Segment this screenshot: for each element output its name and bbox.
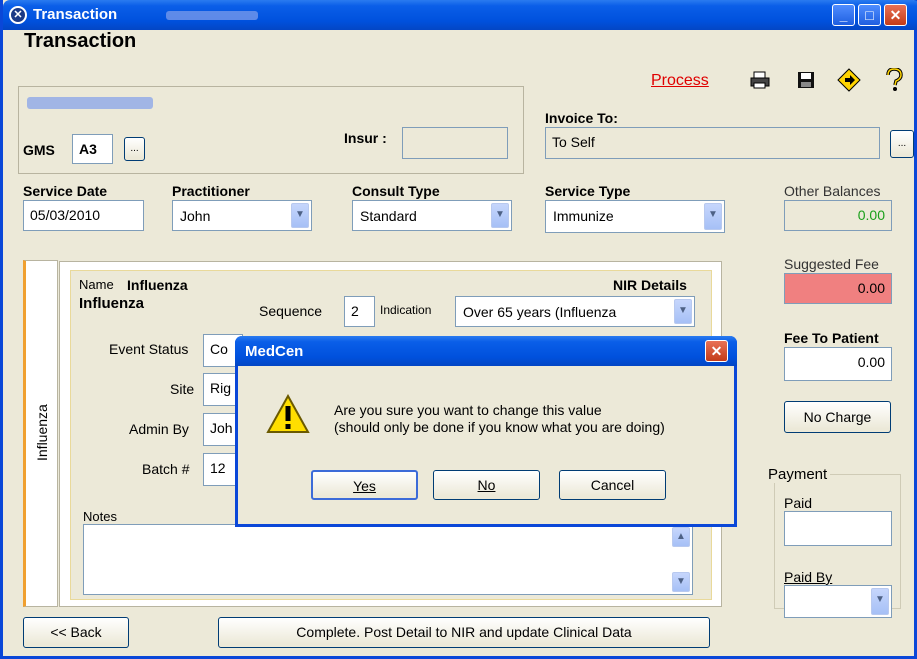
nir-details-label: NIR Details: [613, 277, 687, 293]
process-link[interactable]: Process: [651, 72, 709, 90]
name-value: Influenza: [127, 277, 188, 293]
dialog-message-line2: (should only be done if you know what yo…: [334, 419, 665, 435]
gms-field[interactable]: A3: [72, 134, 113, 164]
other-balances-label: Other Balances: [784, 183, 881, 199]
chevron-down-icon[interactable]: ▼: [674, 299, 692, 324]
paid-field[interactable]: [784, 511, 892, 546]
patient-redacted: [27, 97, 153, 109]
indication-label: Indication: [380, 303, 432, 317]
yes-label: Yes: [353, 478, 376, 494]
indication-value: Over 65 years (Influenza: [463, 304, 617, 320]
dialog-title: MedCen: [245, 343, 304, 360]
payment-legend: Payment: [765, 466, 831, 483]
service-type-value: Immunize: [553, 208, 614, 224]
practitioner-select[interactable]: John ▼: [172, 200, 312, 231]
fee-to-patient-label: Fee To Patient: [784, 330, 879, 346]
invoice-lookup-button[interactable]: ...: [890, 130, 914, 158]
paid-label: Paid: [784, 495, 813, 511]
service-date-field[interactable]: 05/03/2010: [23, 200, 144, 231]
no-charge-button[interactable]: No Charge: [784, 401, 891, 433]
fee-to-patient-field[interactable]: 0.00: [784, 347, 892, 381]
app-icon: ✕: [9, 6, 27, 24]
minimize-button[interactable]: _: [832, 4, 855, 26]
navigate-icon[interactable]: [837, 68, 861, 98]
batch-label: Batch #: [142, 461, 190, 477]
tab-label: Influenza: [34, 404, 50, 461]
notes-label: Notes: [83, 509, 117, 524]
scroll-down-icon[interactable]: ▼: [672, 572, 690, 592]
site-label: Site: [170, 381, 195, 397]
no-button[interactable]: No: [433, 470, 540, 500]
cancel-button[interactable]: Cancel: [559, 470, 666, 500]
practitioner-label: Practitioner: [172, 183, 250, 199]
back-button[interactable]: << Back: [23, 617, 129, 648]
service-type-select[interactable]: Immunize ▼: [545, 200, 725, 233]
no-label: No: [477, 477, 496, 493]
chevron-down-icon[interactable]: ▼: [871, 588, 889, 615]
confirm-dialog: MedCen ✕ Are you sure you want to change…: [235, 336, 737, 527]
sequence-label: Sequence: [259, 303, 323, 319]
help-icon[interactable]: [885, 67, 903, 98]
paid-by-select[interactable]: ▼: [784, 585, 892, 618]
gms-label: GMS: [23, 142, 55, 158]
chevron-down-icon[interactable]: ▼: [704, 203, 722, 230]
event-status-label: Event Status: [109, 341, 189, 357]
practitioner-value: John: [180, 208, 211, 224]
detail-subtitle: Influenza: [79, 295, 145, 312]
dialog-message: Are you sure you want to change this val…: [334, 402, 665, 436]
chevron-down-icon[interactable]: ▼: [291, 203, 309, 228]
sequence-field[interactable]: 2: [344, 296, 375, 327]
scroll-up-icon[interactable]: ▲: [672, 527, 690, 547]
insur-field[interactable]: [402, 127, 508, 159]
dialog-close-button[interactable]: ✕: [705, 340, 728, 362]
title-bar[interactable]: ✕ Transaction _ □ ✕: [3, 0, 917, 30]
gms-lookup-button[interactable]: ...: [124, 137, 145, 161]
suggested-fee-label: Suggested Fee: [784, 256, 879, 272]
indication-select[interactable]: Over 65 years (Influenza ▼: [455, 296, 695, 327]
window-title: Transaction: [33, 6, 118, 23]
service-date-label: Service Date: [23, 183, 108, 199]
dialog-message-line1: Are you sure you want to change this val…: [334, 402, 602, 418]
yes-button[interactable]: Yes: [311, 470, 418, 500]
transaction-window: ✕ Transaction _ □ ✕ Transaction GMS A3 .…: [0, 0, 917, 659]
insur-label: Insur :: [344, 130, 387, 146]
consult-type-select[interactable]: Standard ▼: [352, 200, 512, 231]
warning-icon: [266, 394, 310, 433]
close-button[interactable]: ✕: [884, 4, 907, 26]
save-icon[interactable]: [796, 70, 816, 96]
chevron-down-icon[interactable]: ▼: [491, 203, 509, 228]
admin-by-label: Admin By: [129, 421, 189, 437]
paid-by-label: Paid By: [784, 569, 833, 585]
consult-type-label: Consult Type: [352, 183, 440, 199]
service-type-label: Service Type: [545, 183, 631, 199]
notes-textarea[interactable]: ▲ ▼: [83, 524, 693, 595]
name-label: Name: [79, 277, 114, 292]
title-redacted: [166, 11, 258, 20]
consult-type-value: Standard: [360, 208, 417, 224]
page-title: Transaction: [24, 30, 137, 52]
suggested-fee-field: 0.00: [784, 273, 892, 304]
complete-button[interactable]: Complete. Post Detail to NIR and update …: [218, 617, 710, 648]
tab-influenza[interactable]: Influenza: [23, 260, 58, 607]
dialog-title-bar[interactable]: MedCen ✕: [235, 336, 737, 366]
other-balances-field: 0.00: [784, 200, 892, 231]
print-icon[interactable]: [750, 70, 770, 96]
invoice-to-label: Invoice To:: [545, 110, 618, 126]
maximize-button[interactable]: □: [858, 4, 881, 26]
invoice-to-field[interactable]: To Self: [545, 127, 880, 159]
